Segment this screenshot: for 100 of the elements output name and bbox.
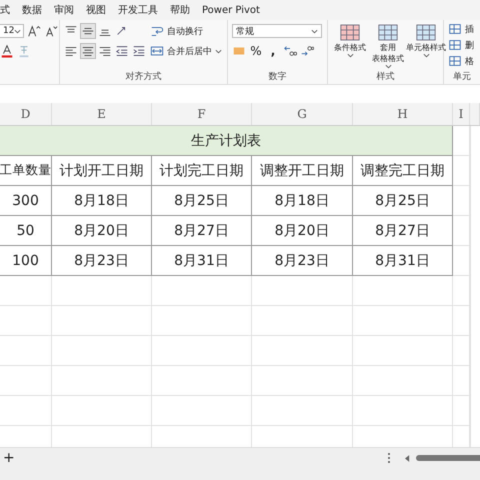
grid-cell[interactable] <box>353 276 453 306</box>
grid-cell[interactable] <box>152 336 252 366</box>
grid-cell[interactable] <box>453 246 470 276</box>
grid-cell[interactable] <box>52 276 152 306</box>
grid-cell[interactable] <box>453 186 470 216</box>
grid-cell[interactable] <box>52 366 152 396</box>
table-cell: 8月27日 <box>353 216 453 246</box>
table-cell: 8月23日 <box>52 246 152 276</box>
wrap-text-icon <box>150 24 164 38</box>
grid-cell[interactable] <box>0 306 52 336</box>
table-cell: 8月20日 <box>52 216 152 246</box>
group-label: 数字 <box>268 70 288 83</box>
column-heading: 调整完工日期 <box>353 156 453 186</box>
percent-button[interactable]: % <box>249 44 263 58</box>
grid-cell[interactable] <box>152 306 252 336</box>
decrease-decimal-icon[interactable] <box>300 44 314 58</box>
column-header[interactable]: D <box>0 103 52 125</box>
table-cell: 50 <box>0 216 52 246</box>
font-color-icon[interactable] <box>0 44 14 58</box>
column-header[interactable]: I <box>453 103 470 125</box>
grid-cell[interactable] <box>152 396 252 426</box>
table-cell: 100 <box>0 246 52 276</box>
grid-cell[interactable] <box>453 306 470 336</box>
column-heading: 调整开工日期 <box>252 156 353 186</box>
menu-tab[interactable]: 帮助 <box>170 3 190 17</box>
grid-cell[interactable] <box>52 336 152 366</box>
grid-cell[interactable] <box>0 276 52 306</box>
add-sheet-button[interactable]: + <box>0 450 15 466</box>
cells-button[interactable]: 格 <box>465 54 474 68</box>
column-header[interactable]: H <box>353 103 453 125</box>
grow-font-icon[interactable] <box>27 24 41 38</box>
grid-cell[interactable] <box>252 306 353 336</box>
cells-icon <box>448 22 462 36</box>
scroll-left-icon[interactable] <box>405 454 410 462</box>
grid-cell[interactable] <box>353 366 453 396</box>
grid-cell[interactable] <box>252 336 353 366</box>
table-cell: 8月18日 <box>52 186 152 216</box>
comma-button[interactable]: , <box>266 44 280 58</box>
more-icon[interactable] <box>387 452 391 464</box>
shrink-font-icon[interactable] <box>44 24 58 38</box>
cells-button[interactable]: 插 <box>465 22 474 36</box>
style-button[interactable]: 套用 表格格式 <box>370 24 406 70</box>
menu-tab[interactable]: 式 <box>0 3 10 17</box>
number-format-dropdown[interactable]: 常规 <box>232 24 322 38</box>
table-cell: 8月20日 <box>252 216 353 246</box>
merge-icon <box>150 44 164 58</box>
grid-cell[interactable] <box>453 276 470 306</box>
table-cell: 300 <box>0 186 52 216</box>
horizontal-scrollbar[interactable] <box>416 455 480 461</box>
increase-indent-icon[interactable] <box>132 44 146 58</box>
grid-cell[interactable] <box>453 336 470 366</box>
grid-cell[interactable] <box>52 306 152 336</box>
align-center-icon[interactable] <box>81 44 95 58</box>
column-header[interactable]: E <box>52 103 152 125</box>
grid-cell[interactable] <box>0 366 52 396</box>
increase-decimal-icon[interactable] <box>283 44 297 58</box>
column-heading: 计划完工日期 <box>152 156 252 186</box>
column-header[interactable]: G <box>252 103 353 125</box>
column-heading: 工单数量 <box>0 156 52 186</box>
wrap-text-button[interactable]: 自动换行 <box>167 24 203 38</box>
style-button[interactable]: 条件格式 <box>332 24 368 70</box>
grid-cell[interactable] <box>252 366 353 396</box>
table-cell: 8月23日 <box>252 246 353 276</box>
grid-cell[interactable] <box>453 366 470 396</box>
table-cell: 8月25日 <box>152 186 252 216</box>
decrease-indent-icon[interactable] <box>115 44 129 58</box>
menu-tab[interactable]: 开发工具 <box>118 3 158 17</box>
group-label: 对齐方式 <box>124 70 162 83</box>
align-left-icon[interactable] <box>64 44 78 58</box>
menu-tab[interactable]: 审阅 <box>54 3 74 17</box>
column-header[interactable]: F <box>152 103 252 125</box>
grid-cell[interactable] <box>353 396 453 426</box>
grid-cell[interactable] <box>52 396 152 426</box>
grid-cell[interactable] <box>252 396 353 426</box>
grid-cell[interactable] <box>252 276 353 306</box>
table-grid-icon <box>378 24 398 41</box>
grid-cell[interactable] <box>152 366 252 396</box>
menu-tab[interactable]: Power Pivot <box>202 4 260 16</box>
menu-tab[interactable]: 数据 <box>22 3 42 17</box>
grid-cell[interactable] <box>0 396 52 426</box>
grid-cell[interactable] <box>152 276 252 306</box>
grid-cell[interactable] <box>453 156 470 186</box>
cells-icon <box>448 54 462 68</box>
grid-cell[interactable] <box>453 396 470 426</box>
grid-cell[interactable] <box>453 216 470 246</box>
cells-icon <box>448 38 462 52</box>
group-label: 样式 <box>376 70 396 83</box>
merge-center-button[interactable]: 合并后居中 <box>167 44 212 58</box>
table-cell: 8月27日 <box>152 216 252 246</box>
style-button[interactable]: 单元格样式 <box>408 24 444 70</box>
table-title: 生产计划表 <box>0 126 453 156</box>
align-right-icon[interactable] <box>98 44 112 58</box>
table-grid-icon <box>416 24 436 41</box>
menu-tab[interactable]: 视图 <box>86 3 106 17</box>
font-size-dropdown[interactable]: 12 <box>0 24 24 38</box>
grid-cell[interactable] <box>353 306 453 336</box>
align-middle-icon[interactable] <box>81 24 95 38</box>
grid-cell[interactable] <box>353 336 453 366</box>
grid-cell[interactable] <box>0 336 52 366</box>
cells-button[interactable]: 删 <box>465 38 474 52</box>
